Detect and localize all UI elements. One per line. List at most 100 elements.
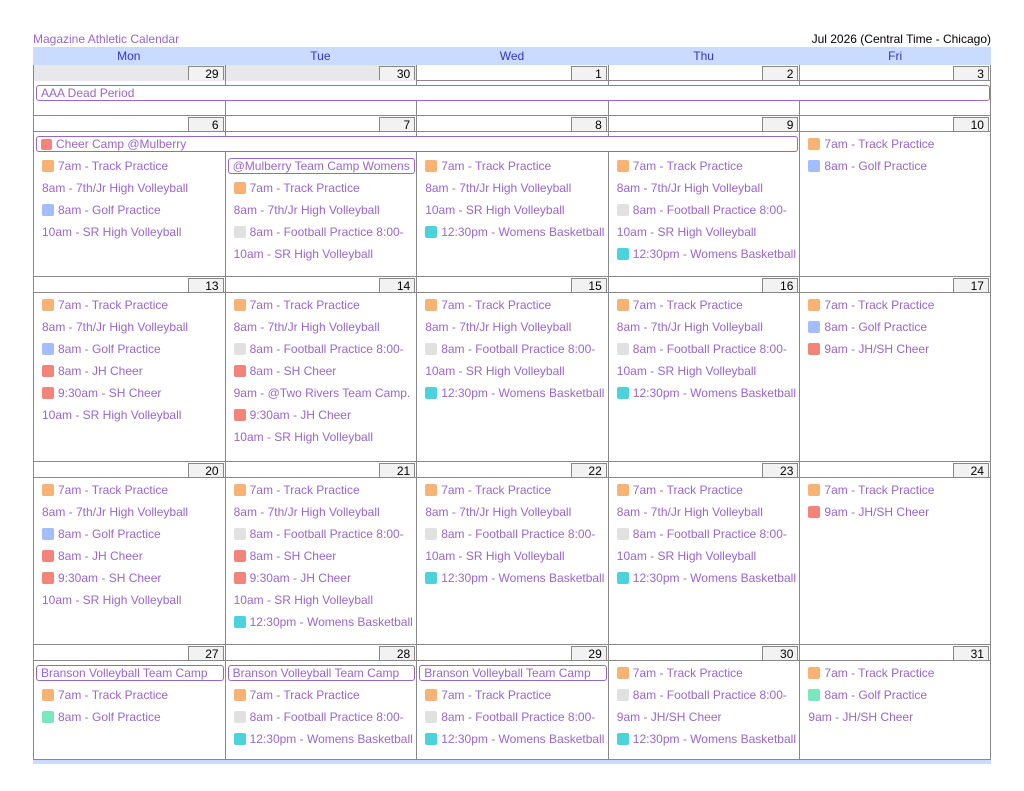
calendar-event[interactable]: 8am - Football Practice 8:00-: [233, 341, 414, 357]
calendar-event[interactable]: 8am - Football Practice 8:00-: [233, 709, 414, 725]
date-number[interactable]: 24: [952, 463, 989, 478]
calendar-event[interactable]: 8am - Football Practice 8:00-: [233, 526, 414, 542]
calendar-event[interactable]: 8am - Golf Practice: [42, 709, 222, 725]
date-number[interactable]: 23: [762, 463, 799, 478]
date-number[interactable]: 9: [762, 117, 799, 132]
day-cell[interactable]: 16 7am - Track Practice 8am - 7th/Jr High …: [607, 277, 800, 461]
date-number[interactable]: 6: [187, 117, 224, 132]
calendar-event[interactable]: 10am - SR High Volleyball: [234, 429, 414, 445]
calendar-event[interactable]: 7am - Track Practice: [616, 665, 797, 681]
calendar-event[interactable]: 12:30pm - Womens Basketball: [425, 385, 605, 401]
calendar-event[interactable]: 10am - SR High Volleyball: [617, 548, 797, 564]
calendar-event[interactable]: 7am - Track Practice: [808, 482, 988, 498]
date-number[interactable]: 1: [570, 66, 607, 81]
calendar-event[interactable]: 7am - Track Practice: [42, 158, 222, 174]
calendar-event[interactable]: 8am - Football Practice 8:00-: [616, 202, 797, 218]
date-number[interactable]: 8: [570, 117, 607, 132]
calendar-event[interactable]: 9am - JH/SH Cheer: [808, 341, 988, 357]
calendar-event[interactable]: 8am - Football Practice 8:00-: [616, 687, 797, 703]
date-number[interactable]: 29: [570, 646, 607, 661]
day-cell[interactable]: 10 7am - Track Practice 8am - Golf Practic…: [799, 116, 991, 276]
calendar-event[interactable]: 8am - SH Cheer: [233, 548, 414, 564]
date-number[interactable]: 28: [379, 646, 416, 661]
date-number[interactable]: 29: [187, 66, 224, 81]
date-number[interactable]: 16: [762, 278, 799, 293]
calendar-event[interactable]: 10am - SR High Volleyball: [42, 224, 222, 240]
calendar-event[interactable]: 8am - 7th/Jr High Volleyball: [425, 180, 605, 196]
multi-day-event[interactable]: @Mulberry Team Camp Womens: [227, 158, 416, 174]
calendar-event[interactable]: 9am - JH/SH Cheer: [808, 504, 988, 520]
calendar-event[interactable]: 7am - Track Practice: [42, 687, 222, 703]
day-cell[interactable]: 27 7am - Track Practice 8am - Golf Practic…: [33, 645, 225, 759]
calendar-event[interactable]: 10am - SR High Volleyball: [425, 202, 605, 218]
calendar-event[interactable]: 8am - Golf Practice: [808, 687, 988, 703]
calendar-event[interactable]: 8am - 7th/Jr High Volleyball: [234, 319, 414, 335]
calendar-event[interactable]: 8am - 7th/Jr High Volleyball: [42, 319, 222, 335]
calendar-event[interactable]: 9:30am - JH Cheer: [233, 570, 414, 586]
day-cell[interactable]: 17 7am - Track Practice 8am - Golf Practic…: [799, 277, 991, 461]
calendar-event[interactable]: 7am - Track Practice: [425, 687, 605, 703]
date-number[interactable]: 31: [952, 646, 989, 661]
calendar-event[interactable]: 8am - Football Practice 8:00-: [233, 224, 414, 240]
calendar-event[interactable]: 7am - Track Practice: [616, 297, 797, 313]
calendar-event[interactable]: 8am - 7th/Jr High Volleyball: [425, 319, 605, 335]
calendar-event[interactable]: 8am - Golf Practice: [808, 158, 988, 174]
day-cell[interactable]: 24 7am - Track Practice 9am - JH/SH Cheer: [799, 462, 991, 644]
day-cell[interactable]: 30 7am - Track Practice 8am - Football Pra…: [607, 645, 800, 759]
day-cell[interactable]: 31 7am - Track Practice 8am - Golf Practic…: [799, 645, 991, 759]
calendar-event[interactable]: 8am - Golf Practice: [42, 526, 222, 542]
multi-day-event[interactable]: Cheer Camp @Mulberry: [36, 136, 799, 152]
calendar-event[interactable]: 8am - Football Practice 8:00-: [425, 341, 605, 357]
date-number[interactable]: 15: [570, 278, 607, 293]
calendar-event[interactable]: 7am - Track Practice: [42, 482, 222, 498]
calendar-event[interactable]: 7am - Track Practice: [42, 297, 222, 313]
calendar-event[interactable]: 7am - Track Practice: [808, 297, 988, 313]
calendar-event[interactable]: 7am - Track Practice: [233, 180, 414, 196]
calendar-event[interactable]: 7am - Track Practice: [425, 482, 605, 498]
calendar-event[interactable]: 10am - SR High Volleyball: [617, 224, 797, 240]
day-cell[interactable]: 14 7am - Track Practice 8am - 7th/Jr High …: [224, 277, 417, 461]
date-number[interactable]: 22: [570, 463, 607, 478]
calendar-event[interactable]: 7am - Track Practice: [808, 665, 988, 681]
calendar-event[interactable]: 10am - SR High Volleyball: [425, 548, 605, 564]
calendar-event[interactable]: 12:30pm - Womens Basketball: [425, 731, 605, 747]
calendar-event[interactable]: 8am - 7th/Jr High Volleyball: [234, 202, 414, 218]
day-cell[interactable]: 22 7am - Track Practice 8am - 7th/Jr High …: [416, 462, 608, 644]
calendar-event[interactable]: 7am - Track Practice: [425, 297, 605, 313]
calendar-event[interactable]: 8am - 7th/Jr High Volleyball: [617, 319, 797, 335]
date-number[interactable]: 21: [379, 463, 416, 478]
calendar-event[interactable]: 8am - JH Cheer: [42, 363, 222, 379]
date-number[interactable]: 10: [952, 117, 989, 132]
calendar-event[interactable]: 7am - Track Practice: [616, 158, 797, 174]
day-cell[interactable]: 15 7am - Track Practice 8am - 7th/Jr High …: [416, 277, 608, 461]
day-cell[interactable]: 21 7am - Track Practice 8am - 7th/Jr High …: [224, 462, 417, 644]
calendar-event[interactable]: 10am - SR High Volleyball: [234, 592, 414, 608]
calendar-event[interactable]: 12:30pm - Womens Basketball: [616, 246, 797, 262]
calendar-event[interactable]: 7am - Track Practice: [808, 136, 988, 152]
calendar-event[interactable]: 9am - @Two Rivers Team Camp.: [234, 385, 414, 401]
calendar-event[interactable]: 12:30pm - Womens Basketball: [233, 731, 414, 747]
calendar-event[interactable]: 8am - Golf Practice: [808, 319, 988, 335]
calendar-event[interactable]: 12:30pm - Womens Basketball: [616, 385, 797, 401]
calendar-event[interactable]: 12:30pm - Womens Basketball: [616, 731, 797, 747]
calendar-event[interactable]: 12:30pm - Womens Basketball: [425, 224, 605, 240]
multi-day-event[interactable]: Branson Volleyball Team Camp: [36, 665, 224, 681]
calendar-event[interactable]: 8am - 7th/Jr High Volleyball: [42, 504, 222, 520]
calendar-event[interactable]: 8am - Golf Practice: [42, 202, 222, 218]
date-number[interactable]: 20: [187, 463, 224, 478]
calendar-event[interactable]: 8am - 7th/Jr High Volleyball: [617, 180, 797, 196]
calendar-event[interactable]: 8am - SH Cheer: [233, 363, 414, 379]
calendar-event[interactable]: 12:30pm - Womens Basketball: [233, 614, 414, 630]
day-cell[interactable]: 28 7am - Track Practice 8am - Football Pra…: [224, 645, 417, 759]
calendar-event[interactable]: 7am - Track Practice: [616, 482, 797, 498]
calendar-event[interactable]: 9am - JH/SH Cheer: [617, 709, 797, 725]
calendar-event[interactable]: 8am - 7th/Jr High Volleyball: [234, 504, 414, 520]
calendar-event[interactable]: 8am - Football Practice 8:00-: [616, 341, 797, 357]
date-number[interactable]: 17: [952, 278, 989, 293]
calendar-event[interactable]: 8am - Football Practice 8:00-: [425, 709, 605, 725]
date-number[interactable]: 27: [187, 646, 224, 661]
calendar-event[interactable]: 12:30pm - Womens Basketball: [616, 570, 797, 586]
day-cell[interactable]: 29 7am - Track Practice 8am - Football Pra…: [416, 645, 608, 759]
calendar-event[interactable]: 9am - JH/SH Cheer: [808, 709, 988, 725]
date-number[interactable]: 7: [379, 117, 416, 132]
